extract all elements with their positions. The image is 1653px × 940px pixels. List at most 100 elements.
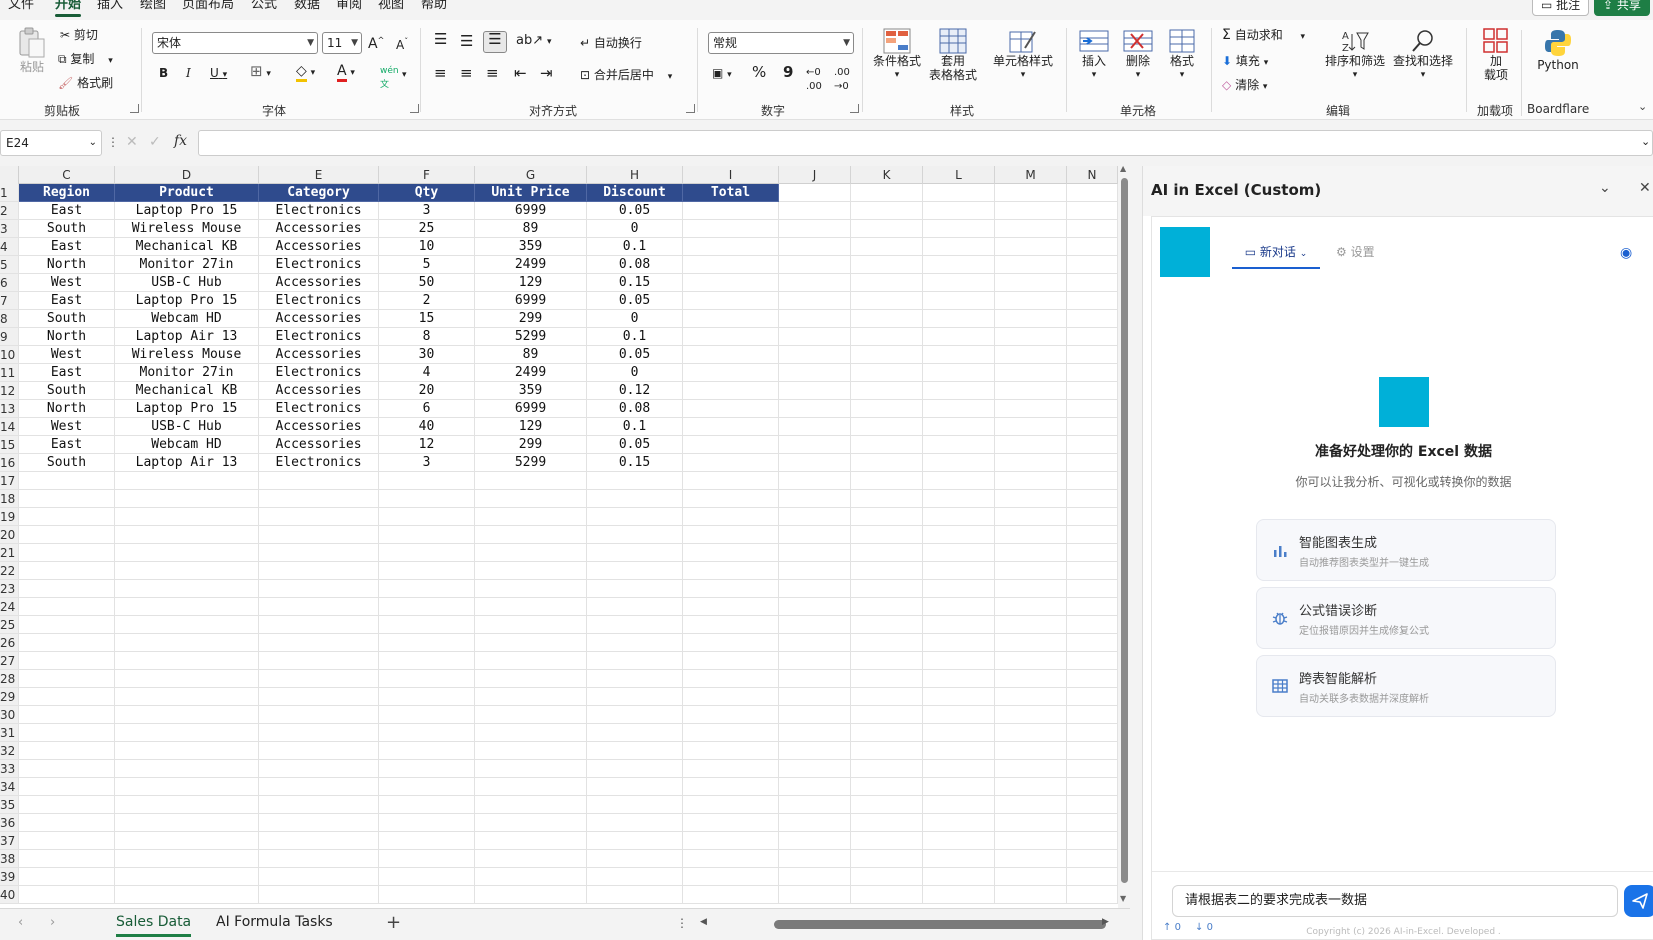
column-header[interactable]: D — [115, 166, 259, 184]
borders-button[interactable]: ⊞ ▾ — [250, 64, 271, 81]
row-header[interactable]: 26 — [0, 634, 19, 652]
table-cell[interactable]: 0.1 — [587, 418, 683, 436]
sort-filter-button[interactable]: AZ 排序和筛选 ▾ — [1324, 28, 1386, 82]
row-header[interactable]: 34 — [0, 778, 19, 796]
table-header-cell[interactable]: Total — [683, 184, 779, 202]
table-cell[interactable]: Accessories — [259, 418, 379, 436]
align-right-button[interactable]: ≡ — [486, 66, 499, 81]
table-cell[interactable]: Accessories — [259, 382, 379, 400]
share-button[interactable]: ⇪ 共享 — [1594, 0, 1650, 16]
conditional-format-button[interactable]: 条件格式 ▾ — [871, 28, 923, 82]
row-header[interactable]: 17 — [0, 472, 19, 490]
scroll-down-icon[interactable]: ▼ — [1120, 894, 1126, 903]
decrease-indent-button[interactable]: ⇤ — [514, 66, 527, 81]
font-size-select[interactable]: 11 ▼ — [322, 32, 362, 54]
table-cell[interactable]: 0 — [587, 310, 683, 328]
column-header[interactable]: H — [587, 166, 683, 184]
table-cell[interactable]: 0.05 — [587, 346, 683, 364]
table-cell[interactable]: Electronics — [259, 364, 379, 382]
table-cell[interactable]: Accessories — [259, 220, 379, 238]
format-cells-button[interactable]: 格式 ▾ — [1164, 28, 1200, 82]
cancel-icon[interactable]: ✕ — [126, 134, 138, 150]
format-as-table-button[interactable]: 套用 表格格式 — [922, 28, 984, 82]
table-cell[interactable]: Accessories — [259, 274, 379, 292]
table-cell[interactable]: 40 — [379, 418, 475, 436]
row-header[interactable]: 1 — [0, 184, 19, 202]
confirm-icon[interactable]: ✓ — [149, 134, 161, 150]
name-box[interactable]: E24 ⌄ — [0, 130, 102, 156]
increase-decimal-button[interactable]: ←0.00 — [806, 66, 822, 94]
table-cell[interactable]: 25 — [379, 220, 475, 238]
tab-data[interactable]: 数据 — [294, 0, 320, 11]
tab-home[interactable]: 开始 — [55, 0, 82, 17]
row-header[interactable]: 40 — [0, 886, 19, 904]
table-cell[interactable]: Electronics — [259, 202, 379, 220]
table-cell[interactable]: Laptop Pro 15 — [115, 292, 259, 310]
row-header[interactable]: 36 — [0, 814, 19, 832]
increase-indent-button[interactable]: ⇥ — [540, 66, 553, 81]
delete-cells-button[interactable]: 删除 ▾ — [1120, 28, 1156, 82]
scroll-right-icon[interactable]: ▶ — [1102, 917, 1109, 927]
row-header[interactable]: 31 — [0, 724, 19, 742]
table-cell[interactable]: 0 — [587, 364, 683, 382]
tab-file[interactable]: 文件 — [8, 0, 34, 11]
table-header-cell[interactable]: Qty — [379, 184, 475, 202]
table-cell[interactable]: South — [19, 454, 115, 472]
align-bottom-button[interactable]: ☰ — [483, 31, 507, 53]
row-header[interactable]: 21 — [0, 544, 19, 562]
table-cell[interactable]: 15 — [379, 310, 475, 328]
italic-button[interactable]: I — [186, 66, 191, 80]
table-cell[interactable]: 50 — [379, 274, 475, 292]
table-cell[interactable]: West — [19, 346, 115, 364]
table-header-cell[interactable]: Discount — [587, 184, 683, 202]
row-header[interactable]: 29 — [0, 688, 19, 706]
align-middle-button[interactable]: ☰ — [460, 34, 473, 49]
table-cell[interactable]: USB-C Hub — [115, 274, 259, 292]
column-header[interactable]: E — [259, 166, 379, 184]
row-header[interactable]: 8 — [0, 310, 19, 328]
table-cell[interactable]: 0.1 — [587, 238, 683, 256]
table-cell[interactable]: 0.12 — [587, 382, 683, 400]
underline-button[interactable]: U ▾ — [210, 66, 227, 82]
more-options-icon[interactable]: ⋮ — [676, 916, 688, 930]
send-button[interactable] — [1624, 885, 1653, 917]
table-cell[interactable]: 6999 — [475, 202, 587, 220]
eye-icon[interactable]: ◉ — [1620, 245, 1632, 261]
table-cell[interactable]: South — [19, 220, 115, 238]
row-header[interactable]: 10 — [0, 346, 19, 364]
table-cell[interactable]: 0.15 — [587, 274, 683, 292]
table-cell[interactable]: 0.08 — [587, 256, 683, 274]
table-cell[interactable]: Accessories — [259, 346, 379, 364]
align-top-button[interactable]: ☰ — [434, 32, 447, 47]
fill-color-button[interactable]: ◇ ▾ — [296, 63, 315, 82]
vertical-scrollbar[interactable]: ▲ ▼ — [1118, 164, 1130, 908]
phonetic-button[interactable]: wén 文 — [380, 64, 399, 92]
row-header[interactable]: 13 — [0, 400, 19, 418]
table-cell[interactable]: East — [19, 436, 115, 454]
thumbs-down-icon[interactable]: ↓ 0 — [1195, 922, 1213, 933]
row-header[interactable]: 27 — [0, 652, 19, 670]
table-cell[interactable]: 89 — [475, 220, 587, 238]
table-cell[interactable]: 0.05 — [587, 202, 683, 220]
row-header[interactable]: 38 — [0, 850, 19, 868]
row-header[interactable]: 23 — [0, 580, 19, 598]
table-cell[interactable]: Electronics — [259, 400, 379, 418]
column-header[interactable]: F — [379, 166, 475, 184]
table-cell[interactable]: USB-C Hub — [115, 418, 259, 436]
table-cell[interactable]: Wireless Mouse — [115, 346, 259, 364]
clear-button[interactable]: ◇ 清除 ▾ — [1222, 78, 1267, 94]
row-header[interactable]: 32 — [0, 742, 19, 760]
row-header[interactable]: 28 — [0, 670, 19, 688]
table-cell[interactable]: South — [19, 310, 115, 328]
merge-center-button[interactable]: ⊡ 合并后居中 ▾ — [580, 68, 672, 84]
tab-new-chat[interactable]: ▭ 新对话 ⌄ — [1232, 237, 1320, 269]
font-launcher-icon[interactable] — [410, 104, 419, 113]
row-header[interactable]: 35 — [0, 796, 19, 814]
number-format-select[interactable]: 常规 ▼ — [708, 32, 854, 54]
table-cell[interactable]: East — [19, 364, 115, 382]
suggestion-card-chart[interactable]: 智能图表生成 自动推荐图表类型并一键生成 — [1256, 519, 1556, 581]
find-select-button[interactable]: 查找和选择 ▾ — [1392, 28, 1454, 82]
table-cell[interactable]: Webcam HD — [115, 436, 259, 454]
orientation-button[interactable]: ab↗ ▾ — [516, 33, 551, 49]
row-header[interactable]: 11 — [0, 364, 19, 382]
